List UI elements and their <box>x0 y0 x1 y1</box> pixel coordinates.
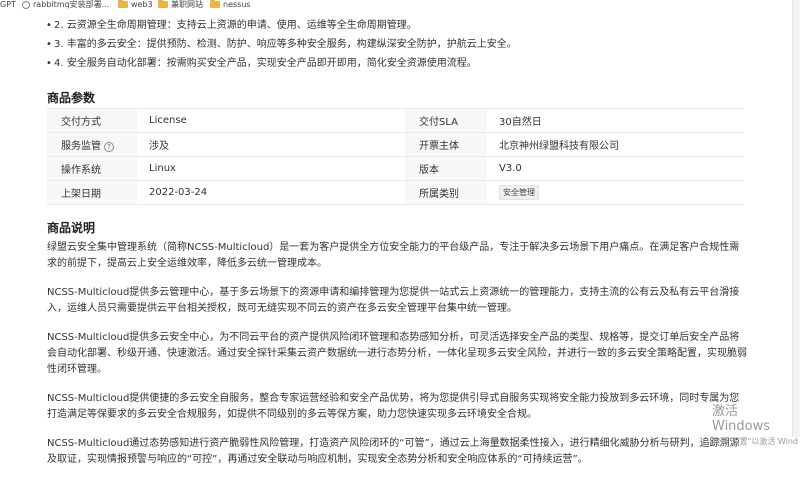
param-value: Linux <box>137 156 405 181</box>
desc-title: 商品说明 <box>47 221 96 235</box>
folder-icon <box>210 0 220 8</box>
desc-paragraph: NCSS-Multicloud提供多云安全中心，为不同云平台的资产提供风险闭环管… <box>47 332 747 375</box>
param-value: 2022-03-24 <box>137 180 405 205</box>
bookmark-parttime[interactable]: 兼职网站 <box>158 0 203 9</box>
desc-paragraph: NCSS-Multicloud提供便捷的多云安全自服务，整合专家运营经验和安全产… <box>47 393 740 420</box>
bookmark-web3[interactable]: web3 <box>118 0 153 9</box>
bookmark-label: GPT <box>0 0 16 9</box>
bookmark-gpt[interactable]: GPT <box>0 0 16 9</box>
desc-paragraph: NCSS-Multicloud提供多云管理中心，基于多云场景下的资源申请和编排管… <box>47 287 740 314</box>
param-label: 上架日期 <box>47 180 137 205</box>
bookmark-label: web3 <box>131 0 153 9</box>
table-row: 服务监管? 涉及 开票主体 北京神州绿盟科技有限公司 <box>47 132 744 157</box>
windows-activation-watermark: 激活 Windows 转到"设置"以激活 Wind <box>712 400 800 447</box>
feature-item: 2. 云资源全生命周期管理：支持云上资源的申请、使用、运维等全生命周期管理。 <box>46 16 517 35</box>
param-label: 所属类别 <box>405 180 487 205</box>
params-table: 交付方式 License 交付SLA 30自然日 服务监管? 涉及 开票主体 北… <box>47 108 744 205</box>
table-row: 交付方式 License 交付SLA 30自然日 <box>47 108 744 133</box>
bookmark-label: 兼职网站 <box>171 0 203 9</box>
bookmark-nessus[interactable]: nessus <box>210 0 251 9</box>
description: 绿盟云安全集中管理系统（简称NCSS-Multicloud）是一套为客户提供全方… <box>47 240 747 481</box>
params-title: 商品参数 <box>47 91 96 105</box>
folder-icon <box>118 0 128 8</box>
param-label: 交付SLA <box>405 108 487 133</box>
bookmark-label: nessus <box>223 0 251 9</box>
param-value: License <box>137 108 405 133</box>
param-value: V3.0 <box>487 156 744 181</box>
param-value: 30自然日 <box>487 108 744 133</box>
param-value: 北京神州绿盟科技有限公司 <box>487 132 744 157</box>
param-label: 版本 <box>405 156 487 181</box>
param-label: 交付方式 <box>47 108 137 133</box>
feature-item: 3. 丰富的多云安全：提供预防、检测、防护、响应等多种安全服务，构建纵深安全防护… <box>46 35 517 54</box>
param-label: 开票主体 <box>405 132 487 157</box>
bookmarks-bar: GPT rabbitmq安装部署... web3 兼职网站 nessus <box>0 0 800 11</box>
param-value-cell: 安全管理 <box>487 180 744 205</box>
globe-icon <box>22 0 30 9</box>
table-row: 操作系统 Linux 版本 V3.0 <box>47 156 744 181</box>
bookmark-label: rabbitmq安装部署... <box>33 0 110 9</box>
watermark-line: 转到"设置"以激活 Wind <box>712 437 799 446</box>
bookmark-rabbitmq[interactable]: rabbitmq安装部署... <box>22 0 109 9</box>
table-row: 上架日期 2022-03-24 所属类别 安全管理 <box>47 180 744 205</box>
folder-icon <box>158 0 168 8</box>
help-icon[interactable]: ? <box>104 142 114 152</box>
scrollbar[interactable] <box>792 0 800 437</box>
desc-paragraph: 绿盟云安全集中管理系统（简称NCSS-Multicloud）是一套为客户提供全方… <box>47 242 740 269</box>
param-value: 涉及 <box>137 132 405 157</box>
category-tag[interactable]: 安全管理 <box>499 185 539 200</box>
feature-list: 2. 云资源全生命周期管理：支持云上资源的申请、使用、运维等全生命周期管理。 3… <box>46 16 517 73</box>
param-label: 服务监管 <box>61 141 101 152</box>
desc-paragraph: NCSS-Multicloud通过态势感知进行资产脆弱性风险管理，打造资产风险闭… <box>47 438 740 465</box>
feature-item: 4. 安全服务自动化部署：按需购买安全产品，实现安全产品即开即用，简化安全资源使… <box>46 54 517 73</box>
param-label-cell: 服务监管? <box>47 132 137 157</box>
param-label: 操作系统 <box>47 156 137 181</box>
watermark-line: 激活 Windows <box>712 404 771 434</box>
